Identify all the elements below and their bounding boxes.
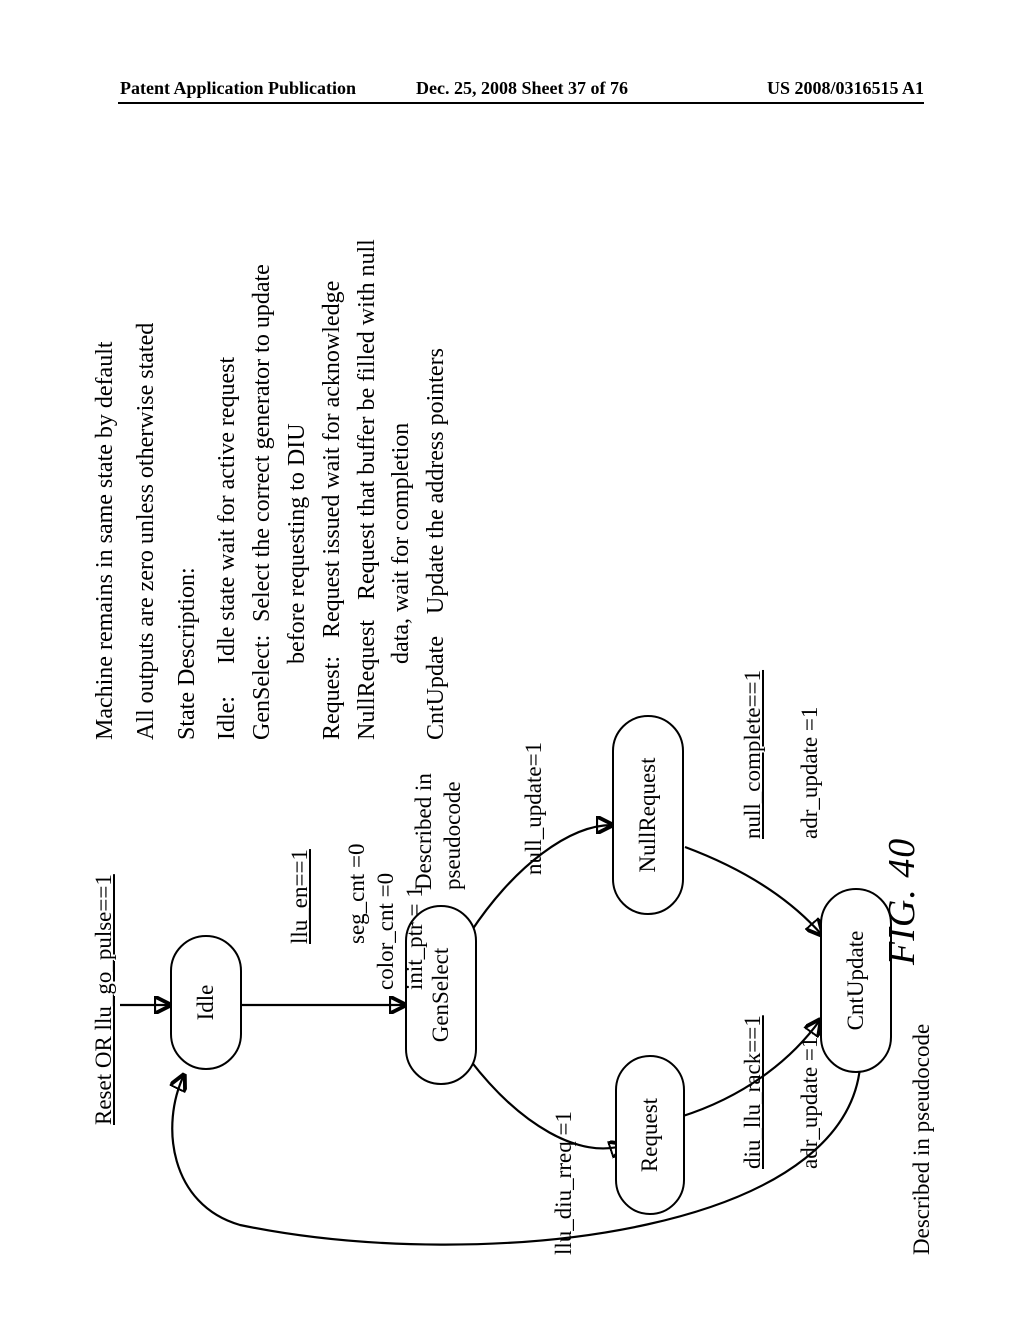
desc-gensel-val2: before requesting to DIU: [280, 130, 315, 740]
edge-reset: Reset OR llu_go_pulse==1: [90, 874, 119, 1125]
edge-null-complete-act: adr_update =1: [797, 707, 822, 839]
desc-cnt-key: CntUpdate: [419, 620, 454, 740]
edge-diu-req: llu_diu_rreq =1: [550, 1075, 579, 1255]
figure-caption: FIG. 40: [880, 838, 924, 965]
edge-genselect-note: Described in pseudocode: [410, 773, 468, 890]
header-right: US 2008/0316515 A1: [767, 78, 924, 99]
desc-nreq-val2: data, wait for completion: [384, 130, 419, 740]
desc-nreq-val1: Request that buffer be filled with null: [350, 130, 385, 606]
desc-gensel-key: GenSelect:: [245, 628, 280, 740]
desc-line1: Machine remains in same state by default: [88, 130, 123, 740]
state-diagram: Idle GenSelect Request NullRequest CntUp…: [60, 130, 960, 1245]
desc-line2: All outputs are zero unless otherwise st…: [129, 130, 164, 740]
state-idle: Idle: [170, 935, 242, 1070]
desc-nreq-key: NullRequest: [350, 606, 385, 740]
edge-null-complete: null_complete==1: [740, 670, 765, 839]
desc-cnt-val: Update the address pointers: [419, 130, 454, 620]
state-nullrequest-label: NullRequest: [635, 758, 661, 873]
edge-diu-rack-act: adr_update =1: [797, 1037, 822, 1169]
desc-idle-val: Idle state wait for active request: [210, 130, 245, 670]
state-idle-label: Idle: [193, 985, 219, 1021]
state-description: Machine remains in same state by default…: [88, 130, 454, 740]
state-request-label: Request: [637, 1098, 663, 1172]
figure-sheet: Idle GenSelect Request NullRequest CntUp…: [60, 130, 960, 1245]
state-nullrequest: NullRequest: [612, 715, 684, 915]
desc-req-key: Request:: [315, 644, 350, 740]
edge-llu-en: llu_en==1: [287, 849, 312, 944]
desc-gensel-val1: Select the correct generator to update: [245, 130, 280, 628]
edge-cntupdate-note: Described in pseudocode: [908, 1024, 937, 1255]
edge-diu-rack: diu_llu_rack==1: [740, 1015, 765, 1169]
header-left: Patent Application Publication: [120, 78, 356, 99]
edge-null-update: null_update=1: [520, 742, 549, 875]
desc-idle-key: Idle:: [210, 670, 245, 740]
desc-req-val: Request issued wait for acknowledge: [315, 130, 350, 644]
state-request: Request: [615, 1055, 685, 1215]
desc-title: State Description:: [170, 130, 205, 740]
header-center: Dec. 25, 2008 Sheet 37 of 76: [416, 78, 628, 99]
header-rule: [118, 102, 924, 104]
